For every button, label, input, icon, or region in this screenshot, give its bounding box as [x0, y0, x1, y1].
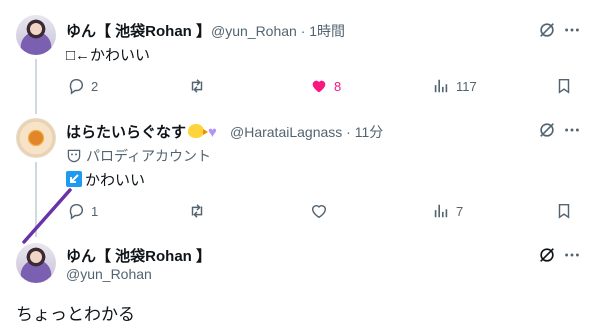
reply-icon — [69, 78, 83, 95]
bookmark-icon — [558, 78, 570, 94]
like-button[interactable]: 8 — [310, 77, 341, 95]
more-icon[interactable] — [562, 20, 582, 40]
chick-emoji-icon — [188, 124, 209, 138]
parody-label: パロディアカウント — [66, 146, 211, 166]
views-count: 7 — [456, 203, 464, 219]
views-button[interactable]: 117 — [432, 77, 477, 95]
reply-count: 1 — [91, 203, 99, 219]
retweet-icon — [191, 204, 203, 218]
annotation-stroke — [20, 188, 72, 244]
more-icon[interactable] — [562, 245, 582, 265]
avatar[interactable] — [16, 15, 56, 55]
grok-icon[interactable] — [537, 120, 557, 140]
views-button[interactable]: 7 — [432, 202, 463, 220]
author-name[interactable]: ゆん【 池袋Rohan 】 — [66, 20, 211, 41]
heart-icon — [311, 205, 327, 219]
heart-icon — [312, 80, 326, 93]
author-handle-time[interactable]: @HarataiLagnass · 11分 — [230, 122, 383, 142]
more-icon[interactable] — [562, 120, 582, 140]
tweet-text: ちょっとわかる — [16, 305, 135, 324]
like-count: 8 — [334, 78, 342, 94]
retweet-icon — [191, 79, 203, 93]
views-count: 117 — [456, 78, 477, 94]
bookmark-button[interactable] — [555, 77, 573, 95]
grok-icon[interactable] — [537, 20, 557, 40]
author-handle[interactable]: @yun_Rohan — [66, 266, 152, 282]
retweet-button[interactable] — [188, 77, 206, 95]
views-icon — [434, 79, 448, 93]
views-icon — [434, 204, 448, 218]
bookmark-icon — [558, 203, 570, 219]
avatar[interactable] — [16, 118, 56, 158]
tweet-text: □←かわいい — [66, 47, 151, 64]
bookmark-button[interactable] — [555, 202, 573, 220]
avatar[interactable] — [16, 243, 56, 283]
reply-button[interactable]: 2 — [67, 77, 98, 95]
thread-line — [35, 59, 37, 114]
purple-heart-emoji-icon: ♥ — [208, 124, 217, 141]
author-name[interactable]: はらたいらぐなす ♥ — [66, 121, 217, 142]
like-button[interactable] — [310, 202, 328, 220]
reply-count: 2 — [91, 78, 99, 94]
author-name[interactable]: ゆん【 池袋Rohan 】 — [66, 245, 211, 266]
parody-mask-icon — [67, 149, 81, 163]
arrow-icon — [66, 171, 82, 187]
grok-icon[interactable] — [537, 245, 557, 265]
retweet-button[interactable] — [188, 202, 206, 220]
author-handle-time[interactable]: @yun_Rohan · 1時間 — [211, 21, 345, 41]
tweet-text: かわいい — [66, 169, 145, 190]
